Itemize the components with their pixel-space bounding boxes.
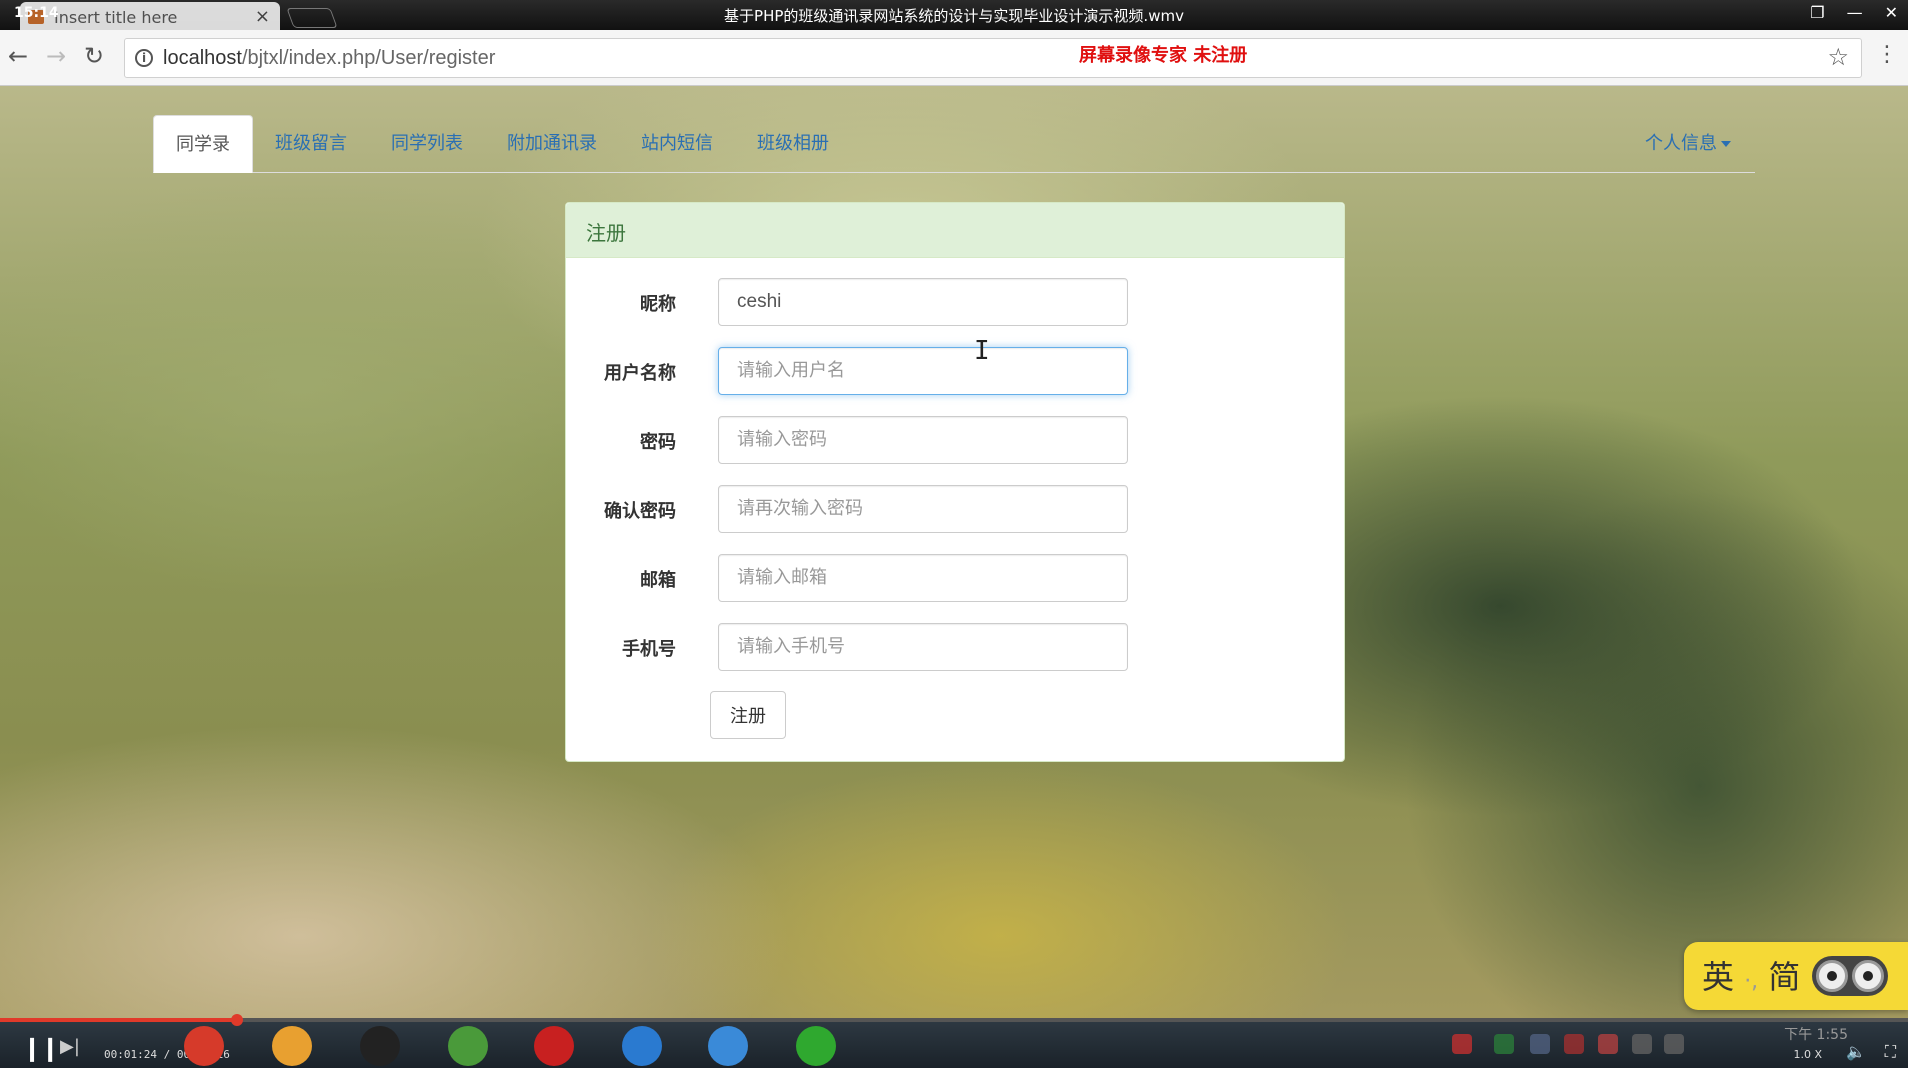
ime-mode: 英 [1702,958,1735,996]
info-icon[interactable]: i [135,49,153,67]
progress-fill [0,1018,237,1022]
register-panel: 注册 昵称用户名称密码确认密码邮箱手机号 注册 [565,202,1345,762]
personal-info-label: 个人信息 [1645,133,1717,154]
star-icon[interactable]: ☆ [1827,43,1849,71]
url-text[interactable]: localhost/bjtxl/index.php/User/register [163,47,495,70]
field-label: 确认密码 [604,501,676,522]
weibo-icon[interactable] [184,1026,224,1066]
field-label: 手机号 [622,639,676,660]
panel-heading: 注册 [566,203,1344,258]
playback-speed[interactable]: 1.0 X [1793,1048,1822,1061]
nav-item-4[interactable]: 站内短信 [619,115,735,173]
nav-item-0[interactable]: 同学录 [153,115,253,173]
field-label: 用户名称 [604,363,676,384]
field-input-2[interactable] [718,416,1128,464]
qq-icon[interactable] [360,1026,400,1066]
chrome-icon[interactable] [708,1026,748,1066]
nav-item-1[interactable]: 班级留言 [253,115,369,173]
field-label: 昵称 [640,294,676,315]
video-title: 基于PHP的班级通讯录网站系统的设计与实现毕业设计演示视频.wmv [724,7,1184,25]
ime-script: 简 [1768,958,1801,996]
tray-clock: 下午 1:55 [1784,1027,1848,1043]
field-label: 邮箱 [640,570,676,591]
nav-item-5[interactable]: 班级相册 [735,115,851,173]
field-input-5[interactable] [718,623,1128,671]
site-nav: 同学录 班级留言 同学列表 附加通讯录 站内短信 班级相册 个人信息 [153,115,1755,173]
browser-toolbar: ← → ↻ i localhost/bjtxl/index.php/User/r… [0,30,1908,86]
nav-item-2[interactable]: 同学列表 [369,115,485,173]
recorder-watermark: 屏幕录像专家 未注册 [1079,45,1248,66]
sogou-icon[interactable] [1452,1034,1472,1054]
eye-icon [1852,960,1884,992]
personal-info-dropdown[interactable]: 个人信息 [1645,115,1731,173]
url-path: /bjtxl/index.php/User/register [241,47,496,69]
caret-down-icon [1721,141,1731,147]
text-cursor-icon: I [974,336,990,366]
ime-status[interactable]: 英 ·, 简 [1702,952,1800,998]
seek-handle[interactable] [230,1014,243,1026]
tray-icon[interactable] [1598,1034,1618,1054]
form-row: 确认密码 [566,485,1346,533]
menu-icon[interactable]: ⋮ [1876,42,1898,67]
form-row: 昵称 [566,278,1346,326]
address-bar[interactable]: i localhost/bjtxl/index.php/User/registe… [124,38,1862,78]
monitor-icon[interactable] [1664,1034,1684,1054]
app-icon[interactable] [534,1026,574,1066]
ime-mascot-icon [1812,956,1888,996]
field-input-1[interactable] [718,347,1128,395]
field-input-4[interactable] [718,554,1128,602]
form-row: 用户名称 [566,347,1346,395]
reload-icon[interactable]: ↻ [84,42,104,70]
player-app-icon[interactable] [622,1026,662,1066]
app-icon[interactable] [796,1026,836,1066]
volume-icon[interactable]: 🔈 [1846,1042,1866,1061]
player-control-bar: ❙❙ ▶| 00:01:24 / 00:11:16 下午 1:55 1.0 X … [0,1014,1908,1068]
register-submit-button[interactable]: 注册 [710,691,786,739]
tray-icon[interactable] [1564,1034,1584,1054]
tray-icon[interactable] [1494,1034,1514,1054]
nav-item-3[interactable]: 附加通讯录 [485,115,619,173]
close-icon[interactable]: ✕ [1885,3,1898,22]
app-icon[interactable] [272,1026,312,1066]
eye-icon [1816,960,1848,992]
ime-punct: ·, [1744,969,1759,994]
shield-icon[interactable] [1530,1034,1550,1054]
form-row: 密码 [566,416,1346,464]
network-icon[interactable] [1632,1034,1652,1054]
pause-icon[interactable]: ❙❙ [22,1034,60,1062]
fullscreen-icon[interactable]: ⛶ [1885,1042,1896,1062]
form-row: 邮箱 [566,554,1346,602]
field-label: 密码 [640,432,676,453]
next-icon[interactable]: ▶| [60,1036,80,1057]
form-row: 手机号 [566,623,1346,671]
player-title-bar: Insert title here × 15:14 基于PHP的班级通讯录网站系… [0,0,1908,30]
field-input-0[interactable] [718,278,1128,326]
wechat-icon[interactable] [448,1026,488,1066]
restore-icon[interactable]: ❐ [1810,3,1824,22]
progress-track[interactable] [0,1018,1908,1022]
window-controls: ❐ — ✕ [1810,3,1898,22]
ime-toolbar[interactable]: 英 ·, 简 [1684,942,1908,1010]
field-input-3[interactable] [718,485,1128,533]
back-icon[interactable]: ← [8,42,28,70]
url-host: localhost [163,47,242,69]
forward-icon[interactable]: → [46,42,66,70]
minimize-icon[interactable]: — [1847,3,1863,22]
